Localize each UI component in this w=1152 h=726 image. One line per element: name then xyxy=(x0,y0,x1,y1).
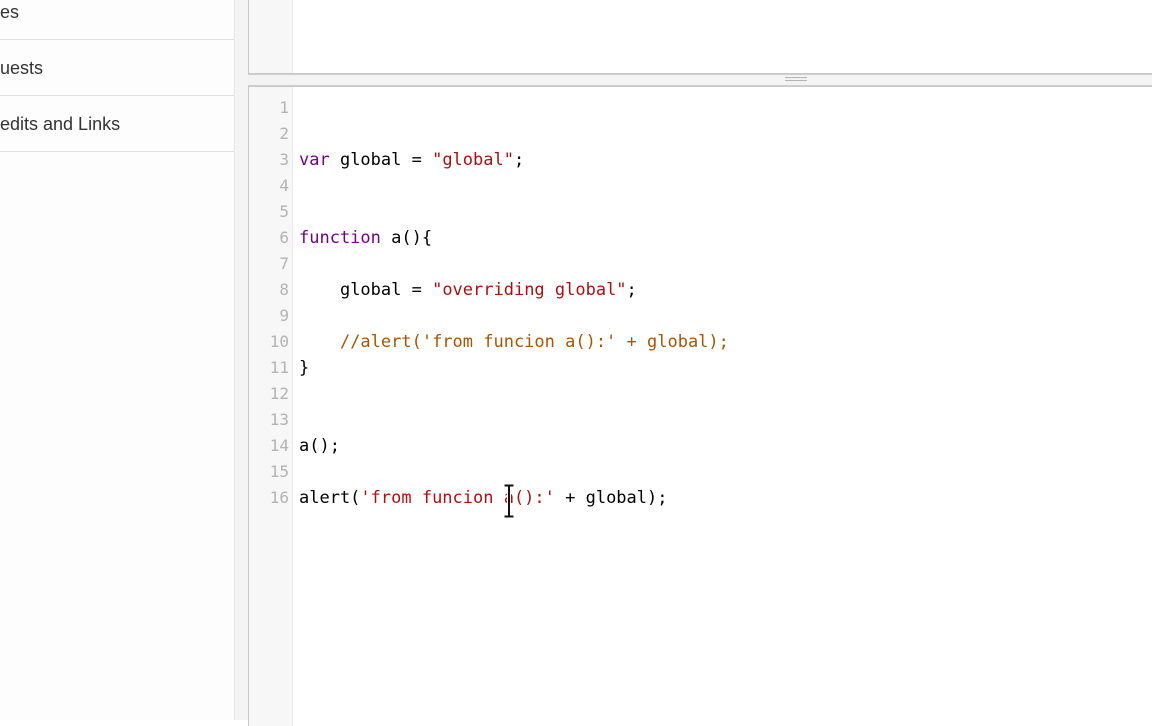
line-number: 7 xyxy=(279,254,289,273)
line-number: 16 xyxy=(269,488,289,507)
code-text: alert( xyxy=(299,488,361,508)
pane-splitter[interactable] xyxy=(248,74,1152,86)
code-text: global = xyxy=(339,280,433,300)
sidebar-item-label: edits and Links xyxy=(0,114,121,134)
code-text: + global); xyxy=(554,488,668,508)
top-editor-pane[interactable] xyxy=(248,0,1152,74)
string-literal: 'from funcion a():' xyxy=(360,488,555,508)
code-line-16[interactable]: alert('from funcion a():' + global); xyxy=(299,485,667,511)
code-comment: //alert('from funcion a():' + global); xyxy=(339,332,729,352)
sidebar-item-3[interactable]: edits and Links xyxy=(0,97,234,152)
string-literal: "global" xyxy=(432,150,514,170)
code-text: a(); xyxy=(299,436,340,456)
line-number: 9 xyxy=(279,306,289,325)
line-number: 1 xyxy=(279,98,289,117)
line-number: 3 xyxy=(279,150,289,169)
code-line-10[interactable]: //alert('from funcion a():' + global); xyxy=(299,329,729,355)
line-number: 2 xyxy=(279,124,289,143)
line-number: 12 xyxy=(269,384,289,403)
line-number: 8 xyxy=(279,280,289,299)
line-number: 14 xyxy=(269,436,289,455)
text-cursor-icon xyxy=(503,484,515,518)
line-number: 10 xyxy=(269,332,289,351)
code-text: global = xyxy=(329,150,433,170)
drag-handle-icon[interactable] xyxy=(785,77,807,83)
line-number-gutter: 1 2 3 4 5 6 7 8 9 10 11 12 13 14 15 16 xyxy=(249,87,293,726)
code-line-3[interactable]: var global = "global"; xyxy=(299,147,524,173)
js-editor-pane[interactable]: 1 2 3 4 5 6 7 8 9 10 11 12 13 14 15 16 v… xyxy=(248,86,1152,726)
keyword: function xyxy=(299,228,381,248)
line-number: 5 xyxy=(279,202,289,221)
keyword: var xyxy=(299,150,330,170)
sidebar: es uests edits and Links xyxy=(0,0,235,720)
code-text: } xyxy=(299,358,310,378)
code-text: ; xyxy=(513,150,525,170)
code-line-6[interactable]: function a(){ xyxy=(299,225,432,251)
line-number: 13 xyxy=(269,410,289,429)
line-number: 15 xyxy=(269,462,289,481)
sidebar-item-label: es xyxy=(0,2,20,22)
string-literal: "overriding global" xyxy=(432,280,627,300)
code-line-11[interactable]: } xyxy=(299,355,309,381)
sidebar-item-1[interactable]: es xyxy=(0,0,234,40)
line-number: 4 xyxy=(279,176,289,195)
sidebar-item-label: uests xyxy=(0,58,44,78)
code-text: ; xyxy=(626,280,637,300)
pane-gap xyxy=(235,0,248,720)
top-gutter xyxy=(249,0,293,73)
line-number: 6 xyxy=(279,228,289,247)
code-line-8[interactable]: global = "overriding global"; xyxy=(299,277,637,303)
code-line-14[interactable]: a(); xyxy=(299,433,340,459)
line-number: 11 xyxy=(269,358,289,377)
sidebar-item-2[interactable]: uests xyxy=(0,41,234,96)
code-text: a(){ xyxy=(380,228,433,248)
